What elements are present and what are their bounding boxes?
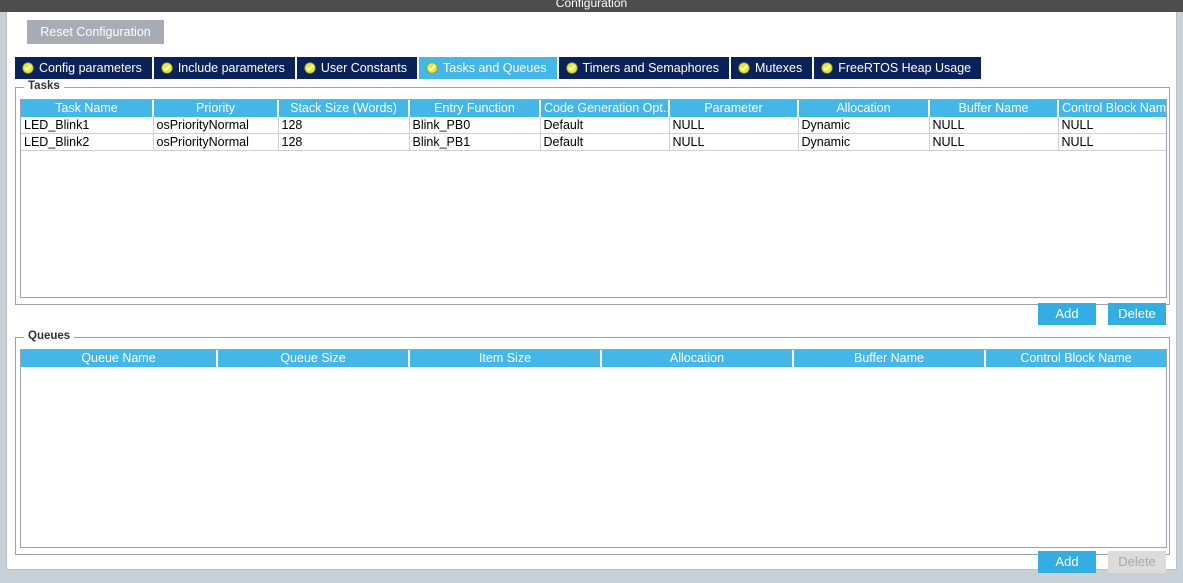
tab-timers-and-semaphores[interactable]: Timers and Semaphores xyxy=(558,57,729,79)
queues-table-header: Queue Name Queue Size Item Size Allocation B… xyxy=(21,350,1166,367)
window-right-edge xyxy=(1177,12,1183,570)
table-cell[interactable]: 128 xyxy=(278,117,410,134)
column-header[interactable]: Priority xyxy=(153,100,279,117)
tasks-header-row: Task Name Priority Stack Size (Words) Entry… xyxy=(21,100,1166,117)
tab-config-parameters[interactable]: Config parameters xyxy=(15,57,152,79)
queues-group-box: Queues Queue Name Queue Size Item Size Allo… xyxy=(15,330,1170,555)
configuration-window: Configuration Reset Configuration Config… xyxy=(0,0,1183,583)
column-header[interactable]: Queue Name xyxy=(21,350,218,367)
check-circle-icon xyxy=(22,62,34,74)
queues-add-button[interactable]: Add xyxy=(1038,551,1096,573)
tasks-group-box: Tasks Task Name Priority Stack Size (Words… xyxy=(15,80,1170,305)
check-circle-icon xyxy=(304,62,316,74)
table-cell[interactable]: Default xyxy=(540,133,670,151)
tab-label: Tasks and Queues xyxy=(443,61,547,75)
table-cell[interactable]: Default xyxy=(540,117,670,134)
tasks-table-body[interactable]: LED_Blink1 osPriorityNormal 128 Blink_PB0 De… xyxy=(21,117,1166,151)
check-circle-icon xyxy=(821,62,833,74)
queues-delete-button: Delete xyxy=(1108,551,1166,573)
queues-table[interactable]: Queue Name Queue Size Item Size Allocation B… xyxy=(21,350,1166,367)
table-cell[interactable]: LED_Blink1 xyxy=(21,117,154,134)
window-title: Configuration xyxy=(555,0,628,10)
column-header[interactable]: Queue Size xyxy=(217,350,410,367)
queues-table-container[interactable]: Queue Name Queue Size Item Size Allocation B… xyxy=(20,349,1167,548)
column-header[interactable]: Control Block Name xyxy=(1058,100,1166,117)
tab-mutexes[interactable]: Mutexes xyxy=(730,57,813,79)
table-cell[interactable]: osPriorityNormal xyxy=(153,133,279,151)
window-bottom-edge xyxy=(0,570,1183,583)
column-header[interactable]: Parameter xyxy=(669,100,799,117)
configuration-content-panel: Reset Configuration Config parameters Inc… xyxy=(6,12,1177,573)
tab-label: Config parameters xyxy=(39,61,142,75)
configuration-tab-bar: Config parameters Include parameters User … xyxy=(15,57,983,79)
column-header[interactable]: Stack Size (Words) xyxy=(278,100,410,117)
queues-header-row: Queue Name Queue Size Item Size Allocation B… xyxy=(21,350,1166,367)
reset-configuration-button[interactable]: Reset Configuration xyxy=(27,20,164,44)
column-header[interactable]: Buffer Name xyxy=(929,100,1059,117)
table-cell[interactable]: NULL xyxy=(1058,117,1166,134)
column-header[interactable]: Allocation xyxy=(798,100,930,117)
tab-tasks-and-queues[interactable]: Tasks and Queues xyxy=(419,57,557,79)
tasks-table-header: Task Name Priority Stack Size (Words) Entry… xyxy=(21,100,1166,117)
column-header[interactable]: Control Block Name xyxy=(985,350,1166,367)
tasks-table-container[interactable]: Task Name Priority Stack Size (Words) Entry… xyxy=(20,99,1167,298)
table-row[interactable]: LED_Blink2 osPriorityNormal 128 Blink_PB1 De… xyxy=(21,133,1166,151)
tasks-group-label: Tasks xyxy=(24,80,64,92)
tab-user-constants[interactable]: User Constants xyxy=(296,57,417,79)
table-cell[interactable]: Dynamic xyxy=(798,117,930,134)
window-titlebar: Configuration xyxy=(0,0,1183,12)
tab-freertos-heap-usage[interactable]: FreeRTOS Heap Usage xyxy=(814,57,982,79)
tab-include-parameters[interactable]: Include parameters xyxy=(153,57,295,79)
tab-label: Mutexes xyxy=(754,61,803,75)
table-cell[interactable]: LED_Blink2 xyxy=(21,133,154,151)
check-circle-icon xyxy=(738,62,750,74)
table-cell[interactable]: Blink_PB0 xyxy=(409,117,541,134)
column-header[interactable]: Code Generation Opt... xyxy=(540,100,670,117)
tasks-table[interactable]: Task Name Priority Stack Size (Words) Entry… xyxy=(21,100,1166,151)
table-cell[interactable]: NULL xyxy=(929,133,1059,151)
check-circle-icon xyxy=(565,62,578,74)
tasks-add-button[interactable]: Add xyxy=(1038,303,1096,325)
tab-label: Include parameters xyxy=(177,61,285,75)
column-header[interactable]: Entry Function xyxy=(409,100,541,117)
column-header[interactable]: Item Size xyxy=(409,350,602,367)
table-cell[interactable]: 128 xyxy=(278,133,410,151)
table-cell[interactable]: Blink_PB1 xyxy=(409,133,541,151)
table-row[interactable]: LED_Blink1 osPriorityNormal 128 Blink_PB0 De… xyxy=(21,117,1166,134)
tasks-delete-button[interactable]: Delete xyxy=(1108,303,1166,325)
table-cell[interactable]: NULL xyxy=(929,117,1059,134)
tab-label: FreeRTOS Heap Usage xyxy=(838,61,972,75)
table-cell[interactable]: osPriorityNormal xyxy=(153,117,279,134)
tab-label: User Constants xyxy=(320,61,407,75)
check-circle-icon xyxy=(426,62,438,74)
tasks-action-buttons: Add Delete xyxy=(1038,303,1166,325)
table-cell[interactable]: NULL xyxy=(669,133,799,151)
tab-label: Timers and Semaphores xyxy=(582,61,719,75)
table-cell[interactable]: NULL xyxy=(1058,133,1166,151)
column-header[interactable]: Task Name xyxy=(21,100,154,117)
queues-action-buttons: Add Delete xyxy=(1038,551,1166,573)
check-circle-icon xyxy=(161,62,173,74)
table-cell[interactable]: NULL xyxy=(669,117,799,134)
queues-group-label: Queues xyxy=(24,330,75,342)
column-header[interactable]: Allocation xyxy=(601,350,794,367)
column-header[interactable]: Buffer Name xyxy=(793,350,986,367)
table-cell[interactable]: Dynamic xyxy=(798,133,930,151)
